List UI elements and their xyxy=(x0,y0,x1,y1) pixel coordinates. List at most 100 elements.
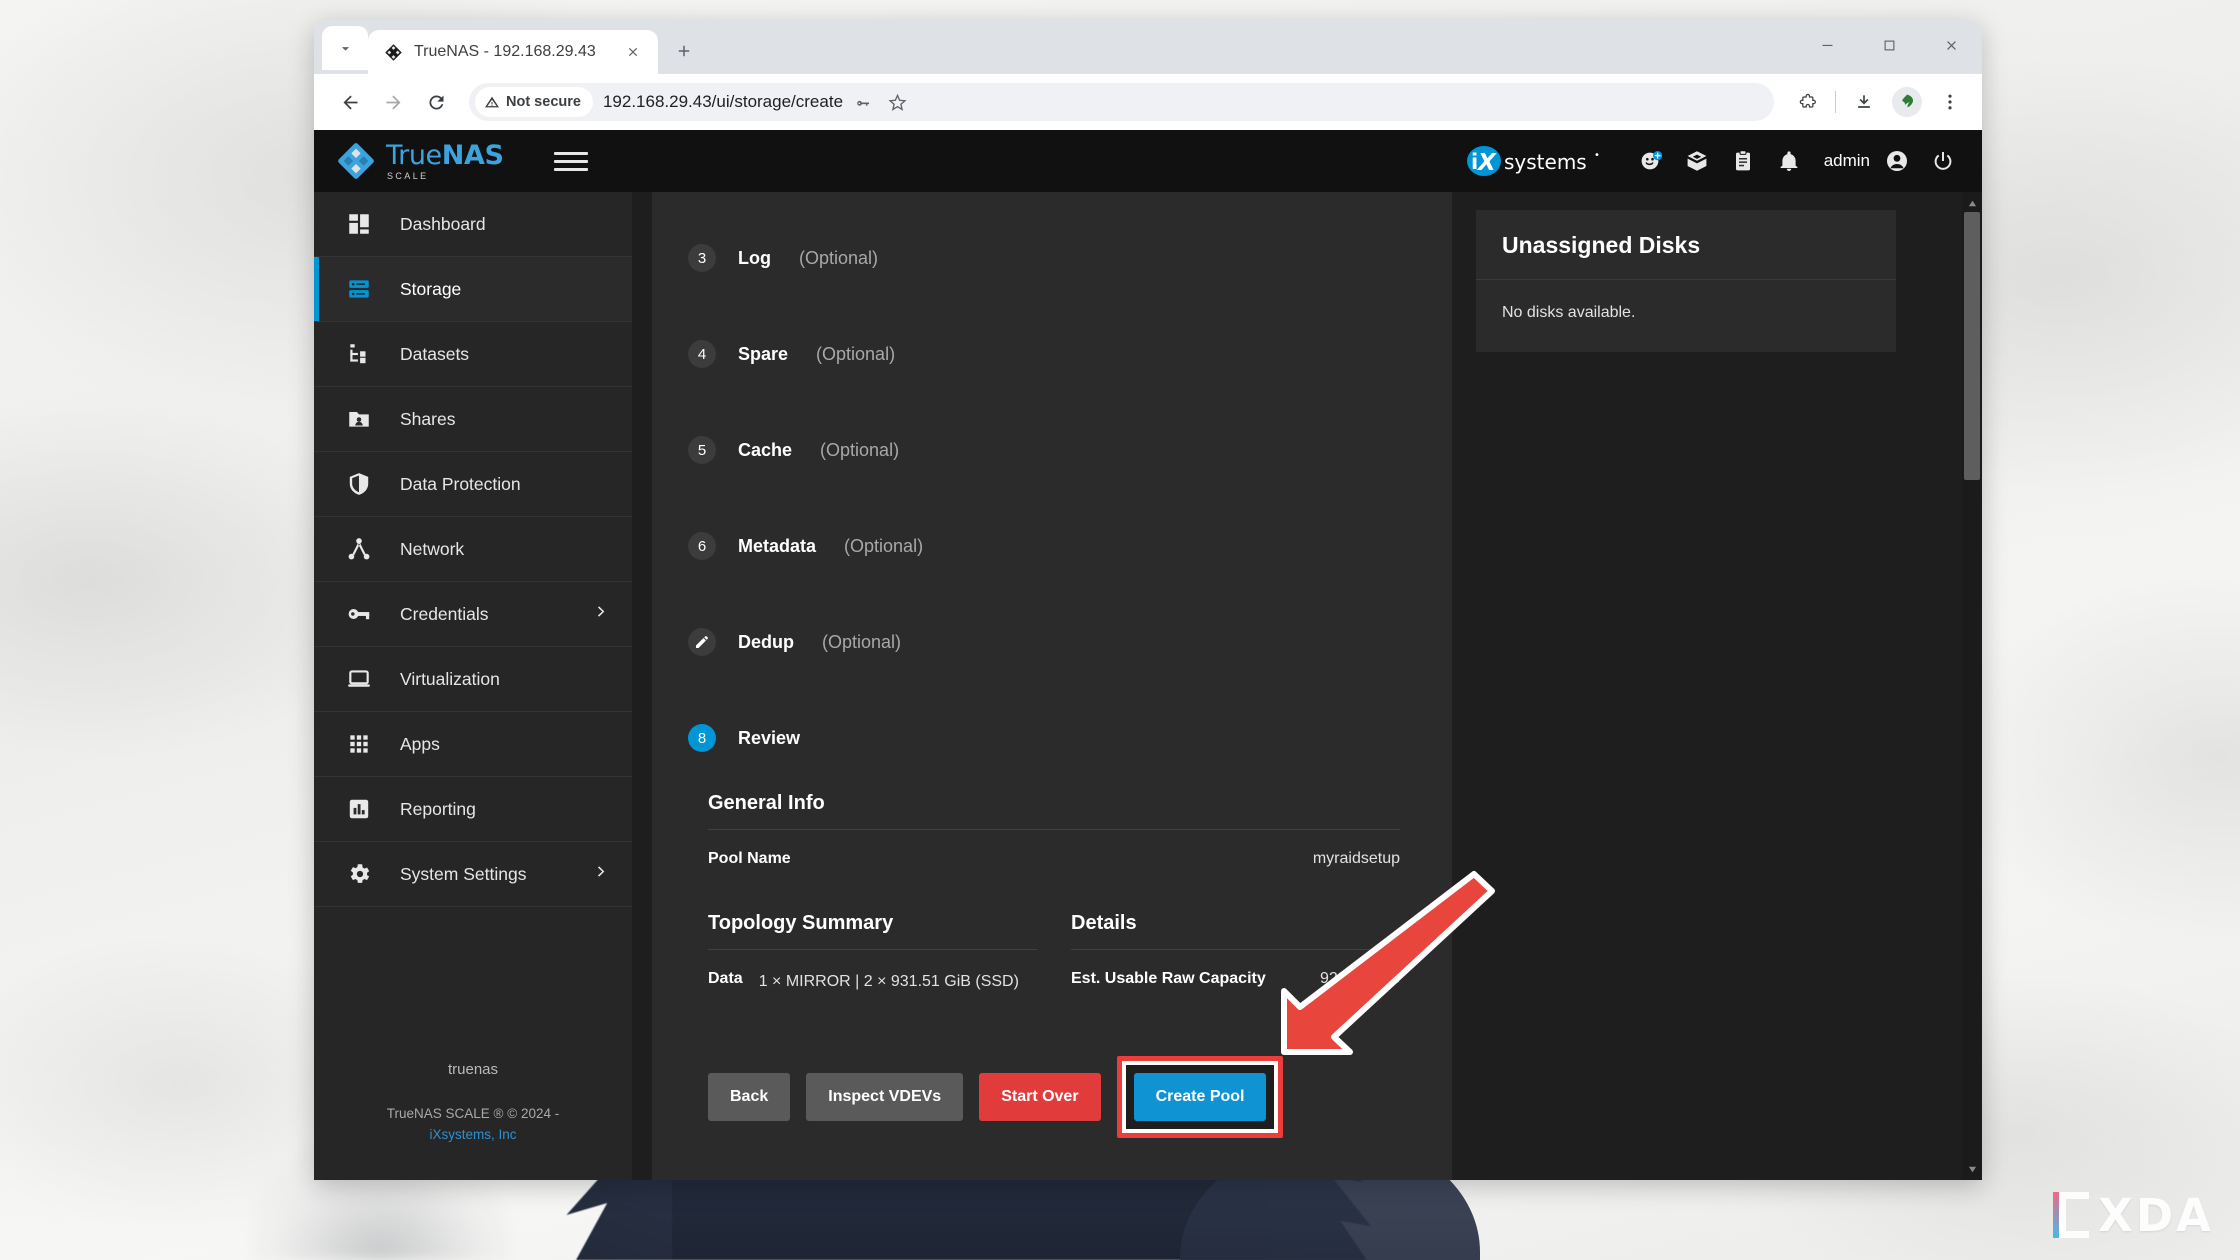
sidebar-item-reporting[interactable]: Reporting xyxy=(314,777,632,842)
new-tab-button[interactable] xyxy=(664,31,704,71)
window-close-button[interactable] xyxy=(1920,20,1982,70)
sidebar-item-virtualization[interactable]: Virtualization xyxy=(314,647,632,712)
xda-bracket-icon xyxy=(2053,1192,2090,1238)
sidebar-hostname: truenas xyxy=(447,1061,499,1079)
reload-button[interactable] xyxy=(416,82,456,122)
sidebar-item-storage[interactable]: Storage xyxy=(314,257,632,322)
window-controls xyxy=(1796,20,1982,70)
sidebar-item-system-settings[interactable]: System Settings xyxy=(314,842,632,907)
wizard-step-log[interactable]: 3 Log (Optional) xyxy=(652,210,1452,306)
arrow-right-icon xyxy=(386,95,400,109)
truenas-logo-mark xyxy=(338,143,374,179)
jobs-clipboard-icon[interactable] xyxy=(1722,140,1764,182)
scroll-down-arrow-icon[interactable] xyxy=(1962,1160,1982,1178)
apps-cube-icon[interactable] xyxy=(1676,140,1718,182)
sidebar-item-network[interactable]: Network xyxy=(314,517,632,582)
pool-name-row: Pool Name myraidsetup xyxy=(708,850,1400,868)
truenas-app: TrueNAS SCALE i X systems • admin Dashbo… xyxy=(314,130,1982,1180)
site-security-badge[interactable]: Not secure xyxy=(475,87,593,117)
address-bar-url: 192.168.29.43/ui/storage/create xyxy=(602,92,844,111)
extensions-puzzle-icon[interactable] xyxy=(1787,82,1827,122)
summary-columns: Topology Summary Data 1 × MIRROR | 2 × 9… xyxy=(708,912,1400,998)
logo-brand-secondary: NAS xyxy=(441,140,504,171)
svg-text:X: X xyxy=(1476,150,1497,176)
start-over-button[interactable]: Start Over xyxy=(979,1073,1101,1121)
unassigned-disks-title: Unassigned Disks xyxy=(1476,210,1896,280)
chevron-down-icon xyxy=(341,46,349,51)
laptop-icon xyxy=(344,664,374,694)
key-icon xyxy=(344,599,374,629)
sidebar-item-label: Credentials xyxy=(400,603,489,624)
capacity-label: Est. Usable Raw Capacity xyxy=(1071,970,1266,987)
toolbar-divider xyxy=(1835,91,1836,113)
wizard-step-cache[interactable]: 5 Cache (Optional) xyxy=(652,402,1452,498)
topology-key: Data xyxy=(708,970,743,987)
wizard-step-spare[interactable]: 4 Spare (Optional) xyxy=(652,306,1452,402)
power-icon[interactable] xyxy=(1922,140,1964,182)
browser-tabstrip: TrueNAS - 192.168.29.43 xyxy=(314,20,1982,74)
hamburger-menu-icon[interactable] xyxy=(553,144,588,178)
chrome-menu-icon[interactable] xyxy=(1930,82,1970,122)
sidebar-item-label: Datasets xyxy=(400,343,470,364)
wizard-step-metadata[interactable]: 6 Metadata (Optional) xyxy=(652,498,1452,594)
download-icon[interactable] xyxy=(1844,82,1884,122)
sidebar-item-dashboard[interactable]: Dashboard xyxy=(314,192,632,257)
content-scrollbar[interactable] xyxy=(1962,192,1982,1180)
window-minimize-button[interactable] xyxy=(1796,20,1858,70)
step-title: Cache xyxy=(738,439,793,460)
sidebar-item-credentials[interactable]: Credentials xyxy=(314,582,632,647)
back-button[interactable]: Back xyxy=(708,1073,791,1121)
section-divider xyxy=(708,829,1400,830)
step-title: Metadata xyxy=(738,535,817,556)
sidebar-item-datasets[interactable]: Datasets xyxy=(314,322,632,387)
edit-pencil-icon xyxy=(688,628,716,656)
forward-button[interactable] xyxy=(373,82,413,122)
browser-tab[interactable]: TrueNAS - 192.168.29.43 xyxy=(368,30,658,74)
app-header-actions: i X systems • admin xyxy=(1466,140,1964,182)
review-panel: General Info Pool Name myraidsetup Topol… xyxy=(652,786,1452,998)
wizard-step-dedup[interactable]: Dedup (Optional) xyxy=(652,594,1452,690)
datasets-icon xyxy=(344,339,374,369)
pool-name-value: myraidsetup xyxy=(1312,850,1400,867)
sidebar-item-apps[interactable]: Apps xyxy=(314,712,632,777)
browser-window: TrueNAS - 192.168.29.43 Not secure 192.1… xyxy=(314,20,1982,1180)
app-body: Dashboard Storage Datasets Shares Data P… xyxy=(314,192,1982,1180)
window-maximize-button[interactable] xyxy=(1858,20,1920,70)
address-bar[interactable]: Not secure 192.168.29.43/ui/storage/crea… xyxy=(469,83,1774,121)
pool-creation-wizard: 3 Log (Optional) 4 Spare (Optional) 5 Ca… xyxy=(652,192,1452,1180)
create-pool-highlight-box: Create Pool xyxy=(1116,1056,1284,1138)
wizard-step-review[interactable]: 8 Review xyxy=(652,690,1452,786)
sidebar-item-label: System Settings xyxy=(400,863,527,884)
scrollbar-thumb[interactable] xyxy=(1964,212,1980,480)
sidebar-item-data-protection[interactable]: Data Protection xyxy=(314,452,632,517)
details-heading: Details xyxy=(1071,912,1137,934)
inspect-vdevs-button[interactable]: Inspect VDEVs xyxy=(806,1073,964,1121)
details-column: Details Est. Usable Raw Capacity 929.51 … xyxy=(1071,912,1400,998)
back-button[interactable] xyxy=(330,82,370,122)
account-circle-icon[interactable] xyxy=(1876,140,1918,182)
plus-icon xyxy=(678,45,690,57)
pool-name-label: Pool Name xyxy=(708,850,791,867)
create-pool-button[interactable]: Create Pool xyxy=(1133,1073,1267,1121)
step-optional-label: (Optional) xyxy=(822,631,902,652)
bookmark-star-icon[interactable] xyxy=(881,86,913,118)
scroll-up-arrow-icon[interactable] xyxy=(1962,194,1982,212)
section-divider xyxy=(1071,949,1400,950)
profile-avatar-icon[interactable] xyxy=(1887,82,1927,122)
password-key-icon[interactable] xyxy=(847,86,879,118)
sidebar-vendor-link[interactable]: iXsystems, Inc xyxy=(429,1127,516,1142)
capacity-row: Est. Usable Raw Capacity 929.51 GiB xyxy=(1071,970,1400,988)
topology-summary-column: Topology Summary Data 1 × MIRROR | 2 × 9… xyxy=(708,912,1037,998)
step-badge: 6 xyxy=(688,532,716,560)
notifications-bell-icon[interactable] xyxy=(1768,140,1810,182)
app-header: TrueNAS SCALE i X systems • admin xyxy=(314,130,1982,192)
add-feedback-icon[interactable] xyxy=(1630,140,1672,182)
user-label[interactable]: admin xyxy=(1824,151,1870,171)
tab-search-button[interactable] xyxy=(322,26,368,70)
unassigned-disks-empty-message: No disks available. xyxy=(1502,304,1636,321)
sidebar-item-shares[interactable]: Shares xyxy=(314,387,632,452)
truenas-logo[interactable]: TrueNAS SCALE xyxy=(336,141,504,181)
content-area: 3 Log (Optional) 4 Spare (Optional) 5 Ca… xyxy=(632,192,1982,1180)
step-optional-label: (Optional) xyxy=(844,535,924,556)
tab-close-button[interactable] xyxy=(620,39,646,65)
